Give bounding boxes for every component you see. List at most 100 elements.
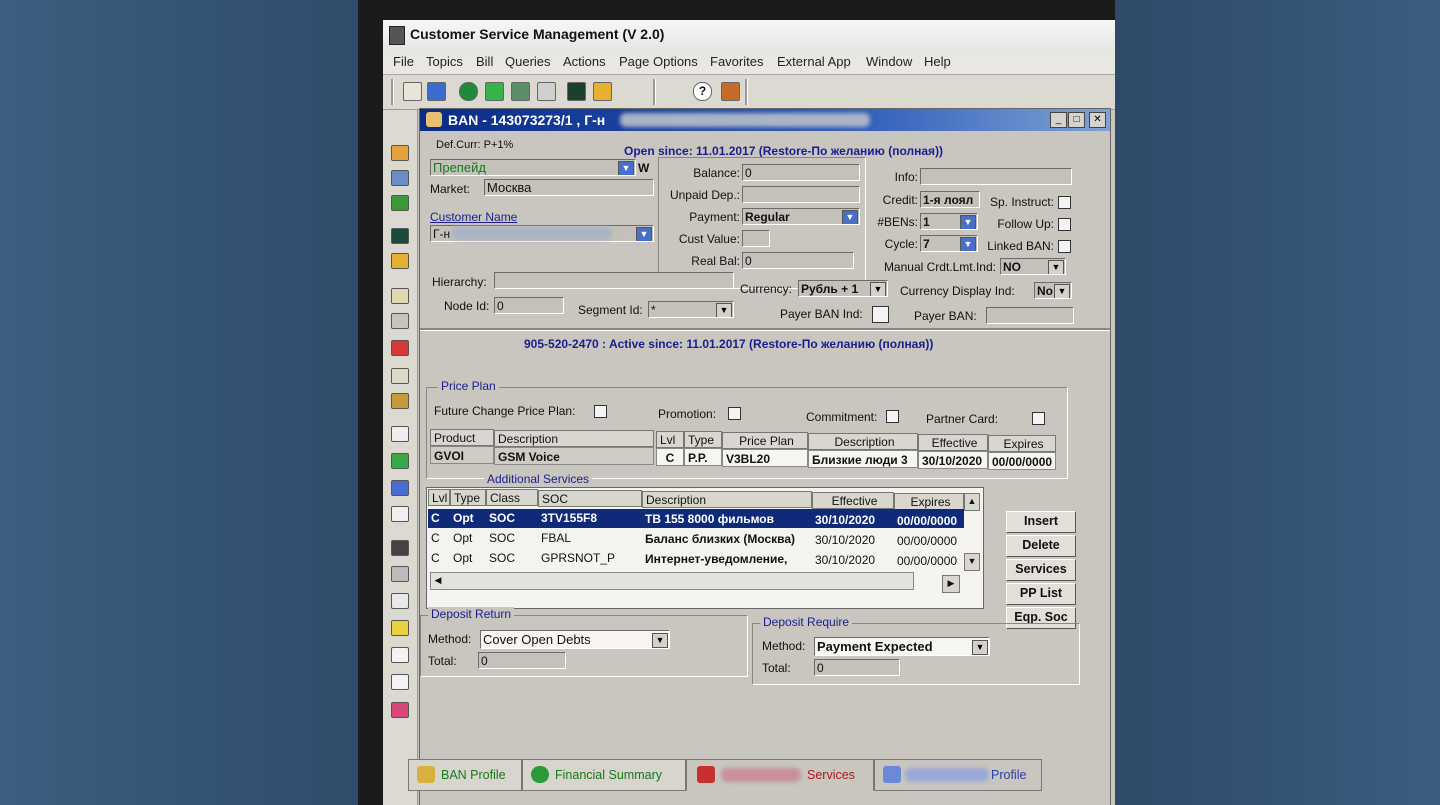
scroll-left-icon[interactable]: ◀ <box>432 574 444 586</box>
blank-icon[interactable] <box>391 313 409 329</box>
pp-product-desc-cell[interactable]: GSM Voice <box>494 447 654 465</box>
chart-icon[interactable] <box>391 620 409 636</box>
node-id-field[interactable]: 0 <box>494 297 564 314</box>
svc-row-class[interactable]: SOC <box>486 549 538 567</box>
follow-up-checkbox[interactable] <box>1058 218 1071 231</box>
document-icon[interactable] <box>391 426 409 442</box>
folder-icon[interactable] <box>391 145 409 161</box>
commitment-checkbox[interactable] <box>886 410 899 423</box>
agent-icon[interactable] <box>511 82 530 101</box>
svc-row-type[interactable]: Opt <box>450 549 486 567</box>
pp-list-button[interactable]: PP List <box>1006 583 1076 605</box>
chevron-down-icon[interactable]: ▼ <box>652 633 668 648</box>
chevron-down-icon[interactable]: ▼ <box>842 210 858 224</box>
chevron-down-icon[interactable]: ▼ <box>618 161 634 175</box>
pp-expires-cell[interactable]: 00/00/0000 <box>988 452 1056 470</box>
svc-row-description[interactable]: Интернет-уведомление, <box>642 550 812 568</box>
currency-select[interactable]: Рубль + 1 ▼ <box>798 280 888 297</box>
money-icon[interactable] <box>391 453 409 469</box>
credit-field[interactable]: 1-я лоял <box>920 191 980 208</box>
scroll-down-icon[interactable]: ▼ <box>964 553 980 571</box>
svc-row-expires[interactable]: 00/00/0000 <box>894 532 964 550</box>
balance-field[interactable]: 0 <box>742 164 860 181</box>
svc-row-effective[interactable]: 30/10/2020 <box>812 531 894 549</box>
contact-card-icon[interactable] <box>391 253 409 269</box>
arrow-icon[interactable] <box>391 195 409 211</box>
chevron-down-icon[interactable]: ▼ <box>1054 284 1070 298</box>
deposit-require-method-select[interactable]: Payment Expected ▼ <box>814 637 990 656</box>
pp-lvl-cell[interactable]: C <box>656 448 684 466</box>
monitor-icon[interactable] <box>391 170 409 186</box>
maximize-button[interactable]: □ <box>1068 112 1085 128</box>
terminal-icon[interactable] <box>567 82 586 101</box>
checklist-icon[interactable] <box>391 674 409 690</box>
save-icon[interactable] <box>391 540 409 556</box>
info-field[interactable] <box>920 168 1072 185</box>
insert-button[interactable]: Insert <box>1006 511 1076 533</box>
open-ban-icon[interactable] <box>403 82 422 101</box>
columns-icon[interactable] <box>537 82 556 101</box>
menu-favorites[interactable]: Favorites <box>710 54 763 69</box>
tab-financial-summary[interactable]: Financial Summary <box>522 759 686 791</box>
window-icon[interactable] <box>391 593 409 609</box>
menu-window[interactable]: Window <box>866 54 912 69</box>
minimize-button[interactable]: _ <box>1050 112 1067 128</box>
menu-actions[interactable]: Actions <box>563 54 606 69</box>
chevron-down-icon[interactable]: ▼ <box>960 237 976 251</box>
scroll-up-icon[interactable]: ▲ <box>964 493 980 511</box>
real-bal-field[interactable]: 0 <box>742 252 854 269</box>
currency-display-select[interactable]: No ▼ <box>1034 282 1072 299</box>
printer-icon[interactable] <box>391 368 409 384</box>
menu-file[interactable]: File <box>393 54 414 69</box>
pp-type-cell[interactable]: P.P. <box>684 448 722 466</box>
close-button[interactable]: ✕ <box>1089 112 1106 128</box>
horizontal-scrollbar[interactable] <box>430 572 914 590</box>
delete-button[interactable]: Delete <box>1006 535 1076 557</box>
transfer-icon[interactable] <box>391 393 409 409</box>
svc-row-lvl[interactable]: C <box>428 529 450 547</box>
payment-select[interactable]: Regular ▼ <box>742 208 860 225</box>
svc-row-effective[interactable]: 30/10/2020 <box>812 551 894 569</box>
tab-profile[interactable]: Profile <box>874 759 1042 791</box>
partner-card-checkbox[interactable] <box>1032 412 1045 425</box>
unpaid-dep-field[interactable] <box>742 186 860 203</box>
menu-topics[interactable]: Topics <box>426 54 463 69</box>
hand-icon[interactable] <box>391 506 409 522</box>
contact-card-icon[interactable] <box>593 82 612 101</box>
cycle-select[interactable]: 7 ▼ <box>920 235 978 252</box>
chevron-down-icon[interactable]: ▼ <box>636 227 652 241</box>
menu-help[interactable]: Help <box>924 54 951 69</box>
menu-page-options[interactable]: Page Options <box>619 54 698 69</box>
future-change-checkbox[interactable] <box>594 405 607 418</box>
chevron-down-icon[interactable]: ▼ <box>1048 260 1064 274</box>
payer-ban-field[interactable] <box>986 307 1074 324</box>
checklist-icon[interactable] <box>391 647 409 663</box>
manual-crdt-select[interactable]: NO ▼ <box>1000 258 1066 275</box>
terminal-icon[interactable] <box>391 228 409 244</box>
tab-ban-profile[interactable]: BAN Profile <box>408 759 522 791</box>
svc-row-soc[interactable]: GPRSNOT_P <box>538 549 642 567</box>
svc-row-class[interactable]: SOC <box>486 529 538 547</box>
svc-row-soc[interactable]: FBAL <box>538 529 642 547</box>
segment-id-select[interactable]: * ▼ <box>648 301 734 318</box>
bens-select[interactable]: 1 ▼ <box>920 213 978 230</box>
edit-icon[interactable] <box>391 702 409 718</box>
payer-ban-ind-checkbox[interactable] <box>872 306 889 323</box>
database-icon[interactable] <box>391 566 409 582</box>
scroll-right-icon[interactable]: ▶ <box>942 575 960 593</box>
menu-external-app[interactable]: External App <box>777 54 851 69</box>
svc-row-lvl[interactable]: C <box>428 549 450 567</box>
help-icon[interactable]: ? <box>693 82 712 101</box>
chevron-down-icon[interactable]: ▼ <box>972 640 988 655</box>
deposit-return-method-select[interactable]: Cover Open Debts ▼ <box>480 630 670 649</box>
exit-icon[interactable] <box>721 82 740 101</box>
pen-icon[interactable] <box>391 340 409 356</box>
hierarchy-field[interactable] <box>494 272 734 289</box>
chevron-down-icon[interactable]: ▼ <box>870 282 886 296</box>
pp-effective-cell[interactable]: 30/10/2020 <box>918 451 988 469</box>
cust-value-field[interactable] <box>742 230 770 247</box>
promotion-checkbox[interactable] <box>728 407 741 420</box>
svc-row-expires[interactable]: 00/00/0000 <box>894 552 964 570</box>
refresh-icon[interactable] <box>459 82 478 101</box>
pp-price-plan-cell[interactable]: V3BL20 <box>722 449 808 467</box>
